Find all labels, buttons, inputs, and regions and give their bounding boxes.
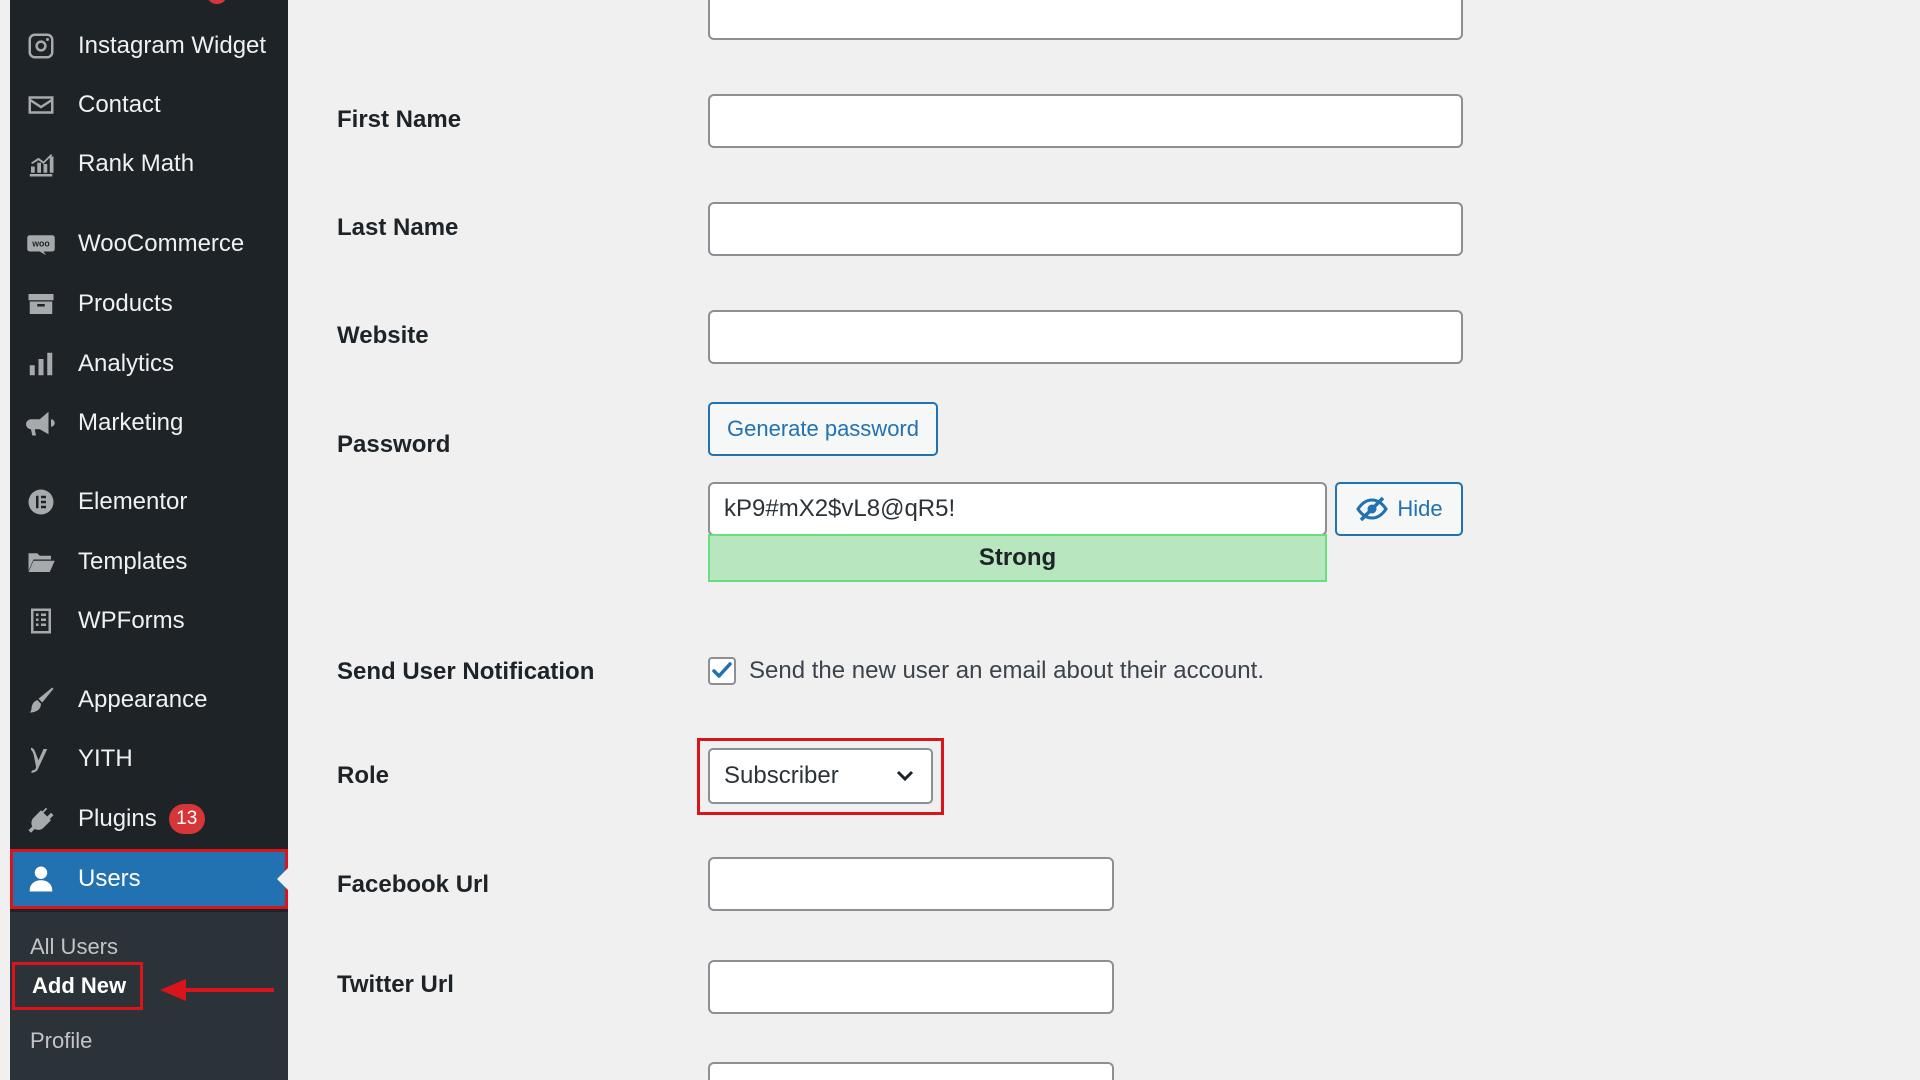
generate-password-button[interactable]: Generate password — [708, 402, 938, 456]
sidebar-item-label: Appearance — [78, 686, 208, 713]
annotation-arrow — [160, 979, 274, 1001]
update-count-badge: 13 — [168, 804, 205, 834]
role-select[interactable]: Subscriber — [708, 748, 933, 804]
checkmark-icon — [712, 662, 732, 678]
twitter-url-input[interactable] — [708, 960, 1114, 1014]
sidebar-item-contact[interactable]: Contact — [10, 75, 288, 135]
sidebar-item-label: Elementor — [78, 488, 188, 515]
last-name-label: Last Name — [337, 214, 459, 241]
website-input[interactable] — [708, 310, 1463, 364]
plugin-icon — [24, 802, 58, 836]
submenu-profile[interactable]: Profile — [30, 1028, 92, 1054]
sidebar-item-marketing[interactable]: Marketing — [10, 393, 288, 453]
sidebar-item-elementor[interactable]: Elementor — [10, 472, 288, 532]
sidebar-item-templates[interactable]: Templates — [10, 532, 288, 592]
admin-sidebar: Instagram Widget Contact Rank Math woo W… — [10, 0, 289, 1080]
sidebar-item-users[interactable]: Users — [10, 849, 289, 909]
hide-password-button[interactable]: Hide — [1335, 482, 1463, 536]
folder-icon — [24, 545, 58, 579]
notification-label: Send User Notification — [337, 658, 595, 685]
first-name-input[interactable] — [708, 94, 1463, 148]
sidebar-item-appearance[interactable]: Appearance — [10, 670, 288, 730]
password-label: Password — [337, 431, 451, 458]
website-label: Website — [337, 322, 429, 349]
notification-checkbox[interactable] — [708, 657, 736, 685]
woo-icon: woo — [24, 227, 58, 261]
elementor-icon — [24, 485, 58, 519]
password-input[interactable] — [708, 482, 1327, 536]
user-icon — [24, 862, 58, 896]
sidebar-item-label: Contact — [78, 91, 161, 118]
email-field[interactable] — [708, 0, 1463, 40]
last-name-input[interactable] — [708, 202, 1463, 256]
envelope-icon — [24, 88, 58, 122]
sidebar-item-label: Rank Math — [78, 150, 195, 177]
submenu-add-new[interactable]: Add New — [12, 962, 144, 1010]
instagram-icon — [24, 29, 58, 63]
submenu-all-users[interactable]: All Users — [30, 934, 118, 960]
active-indicator — [277, 867, 289, 891]
sidebar-item-label: Plugins — [78, 805, 157, 832]
facebook-url-input[interactable] — [708, 857, 1114, 911]
sidebar-item-label: Products — [78, 290, 173, 317]
sidebar-item-label: YITH — [78, 745, 133, 772]
sidebar-item-label: Templates — [78, 548, 188, 575]
password-strength-meter: Strong — [708, 534, 1327, 582]
archive-icon — [24, 287, 58, 321]
sidebar-item-label: Marketing — [78, 409, 184, 436]
sidebar-item-label: Analytics — [78, 350, 175, 377]
sidebar-item-analytics[interactable]: Analytics — [10, 334, 288, 394]
sidebar-item-products[interactable]: Products — [10, 274, 288, 334]
role-selected-value: Subscriber — [724, 762, 839, 789]
facebook-url-label: Facebook Url — [337, 871, 490, 898]
bar-chart-icon — [24, 347, 58, 381]
chevron-down-icon — [896, 770, 914, 782]
chart-icon — [24, 147, 58, 181]
paintbrush-icon — [24, 683, 58, 717]
yith-icon — [24, 742, 58, 776]
sidebar-item-woocommerce[interactable]: woo WooCommerce — [10, 214, 288, 274]
twitter-url-label: Twitter Url — [337, 971, 454, 998]
sidebar-item-label: Instagram Widget — [78, 32, 267, 59]
role-label: Role — [337, 762, 390, 789]
first-name-label: First Name — [337, 106, 462, 133]
sidebar-item-label: WPForms — [78, 607, 185, 634]
sidebar-item-wpforms[interactable]: WPForms — [10, 591, 288, 651]
form-icon — [24, 604, 58, 638]
megaphone-icon — [24, 406, 58, 440]
hide-button-label: Hide — [1397, 496, 1443, 521]
sidebar-item-instagram-widget[interactable]: Instagram Widget — [10, 16, 288, 76]
notification-checkbox-label: Send the new user an email about their a… — [749, 657, 1264, 684]
notification-dot — [208, 0, 226, 4]
next-url-input[interactable] — [708, 1062, 1114, 1080]
sidebar-item-yith[interactable]: YITH — [10, 729, 288, 789]
svg-text:woo: woo — [31, 239, 50, 249]
eye-slash-icon — [1356, 496, 1389, 522]
sidebar-item-label: WooCommerce — [78, 230, 245, 257]
sidebar-item-plugins[interactable]: Plugins 13 — [10, 789, 288, 849]
sidebar-item-label: Users — [78, 865, 141, 892]
sidebar-item-rank-math[interactable]: Rank Math — [10, 134, 288, 194]
